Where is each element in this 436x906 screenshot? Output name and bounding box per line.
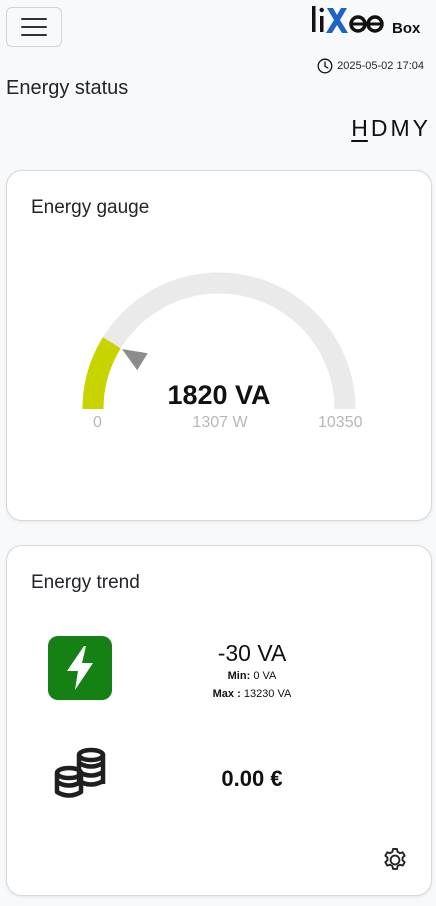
power-max-value: 13230 VA xyxy=(243,688,292,700)
power-max: Max : 13230 VA xyxy=(157,688,347,700)
lixee-logo: Box xyxy=(311,4,426,38)
lixee-logo-mark xyxy=(312,6,384,33)
card-title: Energy trend xyxy=(31,572,140,593)
page-title: Energy status xyxy=(6,77,129,99)
period-tab-hour[interactable]: H xyxy=(351,114,368,142)
hamburger-line xyxy=(21,26,47,28)
gear-glyph xyxy=(384,847,406,870)
energy-trend-card: Energy trend -30 VA Min: 0 VA Max : 1323… xyxy=(6,545,432,896)
current-power-value: -30 VA xyxy=(217,640,287,666)
gauge-max-label: 10350 xyxy=(318,414,363,431)
last-update-timestamp: 2025-05-02 17:04 xyxy=(317,58,424,74)
datetime-text: 2025-05-02 17:04 xyxy=(337,60,424,72)
period-tab-month[interactable]: M xyxy=(390,114,409,142)
gauge-power-label: 1307 W xyxy=(192,414,248,431)
gear-icon[interactable] xyxy=(381,846,409,874)
hamburger-line xyxy=(21,34,47,36)
menu-toggle-button[interactable] xyxy=(6,7,62,47)
hamburger-line xyxy=(21,18,47,20)
gauge-chart xyxy=(82,272,356,410)
gauge-needle xyxy=(122,349,148,371)
clock-icon xyxy=(317,58,333,74)
power-min-label: Min: xyxy=(227,670,251,682)
lightning-icon xyxy=(48,636,112,700)
lightning-bolt xyxy=(67,646,93,690)
power-min-value: 0 VA xyxy=(253,670,277,682)
energy-gauge-card: Energy gauge 1820 VA 0 1307 W 10350 xyxy=(6,170,432,521)
power-min: Min: 0 VA xyxy=(157,670,347,682)
power-max-label: Max : xyxy=(212,688,241,700)
logo-suffix: Box xyxy=(392,20,421,37)
energy-cost-value: 0.00 € xyxy=(221,766,283,791)
gauge-value: 1820 VA xyxy=(167,380,271,410)
period-tab-year[interactable]: Y xyxy=(413,114,428,142)
period-tab-day[interactable]: D xyxy=(371,114,388,142)
period-selector: H D M Y xyxy=(351,114,428,142)
coins-icon xyxy=(54,747,106,798)
